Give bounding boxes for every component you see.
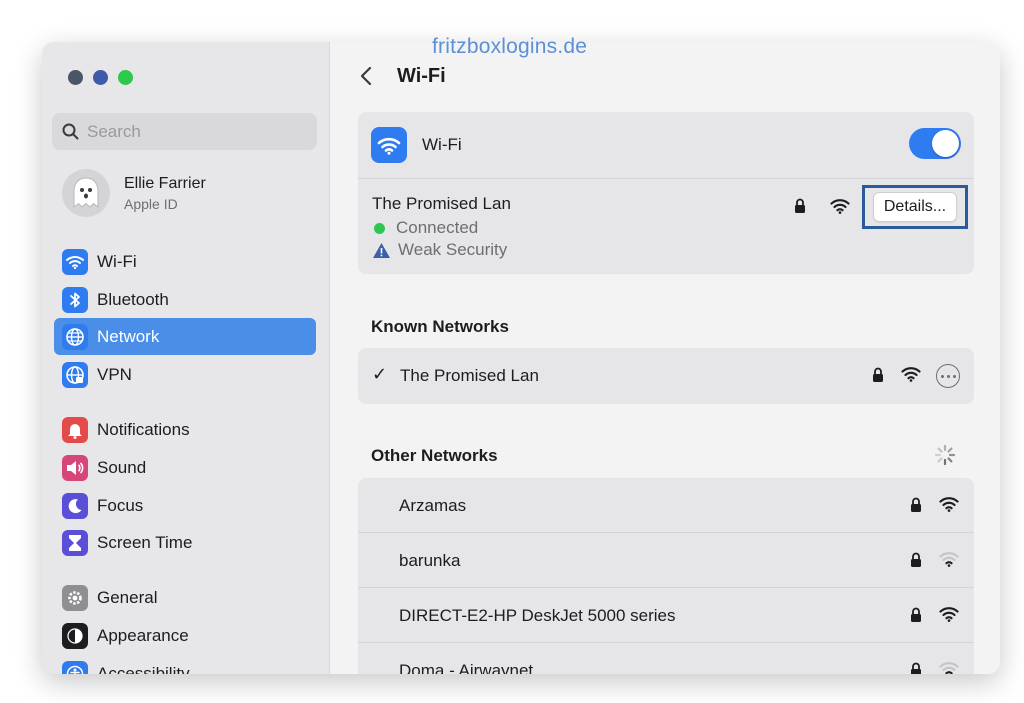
sidebar-item-label: General	[97, 587, 158, 607]
security-warning: Weak Security	[372, 240, 507, 260]
toggle-knob	[932, 130, 959, 157]
gear-icon	[62, 584, 88, 611]
network-row[interactable]: DIRECT-E2-HP DeskJet 5000 series	[358, 588, 974, 643]
sidebar-item-notifications[interactable]: Notifications	[54, 411, 316, 448]
ghost-avatar-icon	[73, 177, 99, 209]
ellipsis-dot	[940, 374, 944, 378]
details-button[interactable]: Details...	[872, 192, 958, 222]
network-name: Arzamas	[399, 496, 467, 515]
sidebar-item-focus[interactable]: Focus	[54, 487, 316, 524]
accessibility-icon	[62, 660, 88, 674]
ellipsis-dot	[952, 374, 956, 378]
ellipsis-dot	[946, 374, 950, 378]
account-name: Ellie Farrier	[124, 174, 206, 192]
connected-dot-icon	[374, 222, 385, 234]
main-pane: Wi-Fi Wi-Fi The Promised Lan Connected W…	[330, 42, 1000, 674]
wifi-signal-weak-icon	[939, 551, 959, 572]
speaker-icon	[62, 454, 88, 481]
sidebar-item-label: Bluetooth	[97, 289, 169, 309]
other-networks-list: Arzamas barunka DIRECT-E2-HP DeskJet 500…	[358, 478, 974, 674]
minimize-button[interactable]	[93, 70, 108, 85]
loading-spinner-icon	[934, 444, 956, 471]
sidebar-item-appearance[interactable]: Appearance	[54, 617, 316, 654]
network-row[interactable]: barunka	[358, 533, 974, 588]
network-row[interactable]: Arzamas	[358, 478, 974, 533]
sidebar-item-general[interactable]: General	[54, 579, 316, 616]
wifi-signal-icon	[830, 198, 850, 219]
sidebar-item-vpn[interactable]: VPN	[54, 356, 316, 393]
wifi-icon	[371, 127, 407, 163]
sidebar-item-label: VPN	[97, 364, 132, 384]
hourglass-icon	[62, 529, 88, 556]
globe-vpn-icon	[62, 361, 88, 388]
details-highlight: Details...	[862, 185, 968, 229]
zoom-button[interactable]	[118, 70, 133, 85]
avatar	[62, 169, 110, 217]
sidebar-item-label: Accessibility	[97, 663, 190, 675]
known-network-row[interactable]: ✓ The Promised Lan	[358, 348, 974, 404]
known-networks-heading: Known Networks	[371, 317, 509, 336]
sidebar-item-wifi[interactable]: Wi-Fi	[54, 243, 316, 280]
lock-icon	[910, 662, 922, 674]
sidebar-item-network[interactable]: Network	[54, 318, 316, 355]
connection-status-text: Connected	[396, 218, 479, 237]
sidebar-item-label: Notifications	[97, 419, 190, 439]
lock-icon	[910, 607, 922, 628]
sidebar-item-bluetooth[interactable]: Bluetooth	[54, 281, 316, 318]
wifi-toggle[interactable]	[909, 128, 961, 159]
wifi-signal-weak-icon	[939, 661, 959, 674]
sidebar-item-screen-time[interactable]: Screen Time	[54, 524, 316, 561]
sidebar-item-label: Network	[97, 326, 160, 346]
wifi-icon	[62, 248, 88, 275]
security-warning-text: Weak Security	[398, 240, 508, 259]
network-row[interactable]: Doma - Airwaynet	[358, 643, 974, 674]
lock-icon	[910, 552, 922, 573]
globe-icon	[62, 323, 88, 350]
checkmark-icon: ✓	[372, 364, 388, 384]
appearance-icon	[62, 622, 88, 649]
back-button[interactable]	[356, 64, 376, 88]
network-name: DIRECT-E2-HP DeskJet 5000 series	[399, 606, 676, 625]
sidebar-item-label: Wi-Fi	[97, 251, 137, 271]
wifi-label: Wi-Fi	[422, 135, 462, 154]
wifi-toggle-row: Wi-Fi	[371, 126, 961, 164]
sidebar: Ellie Farrier Apple ID Wi-Fi Bluetooth N…	[42, 42, 330, 674]
sidebar-item-accessibility[interactable]: Accessibility	[54, 655, 316, 674]
connection-status: Connected	[374, 218, 478, 238]
sidebar-item-label: Appearance	[97, 625, 189, 645]
watermark-text: fritzboxlogins.de	[432, 35, 588, 58]
sidebar-item-label: Screen Time	[97, 532, 193, 552]
bluetooth-icon	[62, 286, 88, 313]
network-name: barunka	[399, 551, 461, 570]
lock-icon	[872, 367, 884, 388]
known-network-name: The Promised Lan	[400, 366, 539, 385]
bell-icon	[62, 416, 88, 443]
account-subtitle: Apple ID	[124, 195, 178, 212]
sidebar-item-sound[interactable]: Sound	[54, 449, 316, 486]
warning-icon	[372, 242, 391, 259]
search-icon	[62, 123, 79, 140]
network-name: Doma - Airwaynet	[399, 661, 534, 674]
lock-icon	[910, 497, 922, 518]
settings-window: Ellie Farrier Apple ID Wi-Fi Bluetooth N…	[42, 42, 1000, 674]
wifi-signal-strong-icon	[939, 496, 959, 517]
sidebar-item-label: Focus	[97, 495, 144, 515]
more-options-button[interactable]	[936, 364, 960, 388]
account-row[interactable]: Ellie Farrier Apple ID	[62, 169, 206, 217]
close-button[interactable]	[68, 70, 83, 85]
divider	[358, 178, 974, 179]
wifi-signal-icon	[901, 366, 921, 387]
sidebar-item-label: Sound	[97, 457, 147, 477]
wifi-card: Wi-Fi The Promised Lan Connected Weak Se…	[358, 112, 974, 274]
moon-icon	[62, 492, 88, 519]
search-field[interactable]	[52, 113, 317, 150]
chevron-left-icon	[360, 66, 372, 86]
page-title: Wi-Fi	[397, 65, 446, 87]
window-controls	[68, 70, 133, 85]
lock-icon	[794, 198, 806, 219]
other-networks-heading: Other Networks	[371, 446, 498, 465]
wifi-signal-strong-icon	[939, 606, 959, 627]
search-input[interactable]	[87, 121, 287, 142]
current-network-name: The Promised Lan	[372, 194, 511, 213]
